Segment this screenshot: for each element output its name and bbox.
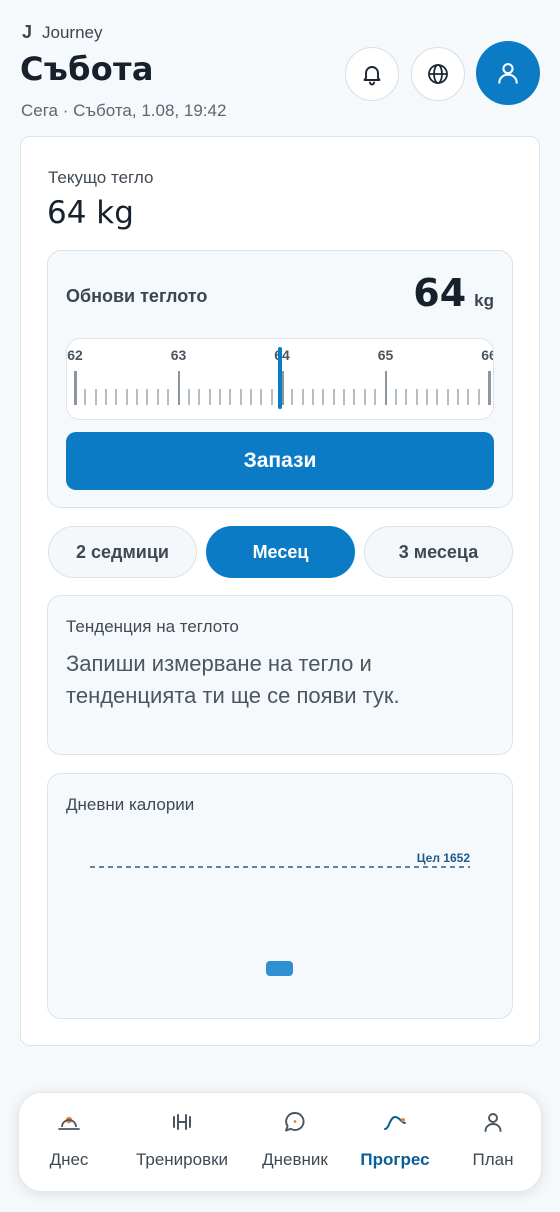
dumbbell-icon bbox=[173, 1114, 191, 1130]
period-three-months[interactable]: 3 месеца bbox=[364, 526, 513, 578]
today-icon bbox=[58, 1116, 80, 1130]
language-button[interactable] bbox=[411, 47, 465, 101]
page-subtitle: Сега · Събота, 1.08, 19:42 bbox=[21, 101, 227, 120]
ruler-minor-tick bbox=[260, 389, 263, 405]
ruler-major-tick bbox=[74, 371, 77, 405]
ruler-minor-tick bbox=[322, 389, 325, 405]
daily-calories-chart: Цел 1652 bbox=[90, 851, 471, 976]
ruler-label: 66 bbox=[481, 347, 493, 363]
update-weight-title: Обнови теглото bbox=[66, 286, 208, 306]
weight-number: 64 bbox=[413, 271, 467, 315]
ruler-minor-tick bbox=[167, 389, 170, 405]
app-name: Journey bbox=[42, 22, 103, 42]
current-weight-label: Текущо тегло bbox=[48, 168, 154, 187]
nav-item-plan[interactable]: План bbox=[455, 1093, 531, 1193]
ruler-major-tick bbox=[177, 371, 180, 405]
ruler-minor-tick bbox=[425, 389, 428, 405]
ruler-minor-tick bbox=[94, 389, 97, 405]
ruler-minor-tick bbox=[415, 389, 418, 405]
ruler-minor-tick bbox=[249, 389, 252, 405]
bell-icon bbox=[363, 66, 381, 86]
period-two-weeks[interactable]: 2 седмици bbox=[48, 526, 197, 578]
nav-label-today: Днес bbox=[49, 1150, 89, 1169]
ruler-minor-tick bbox=[405, 389, 408, 405]
ruler-minor-tick bbox=[218, 389, 221, 405]
ruler-minor-tick bbox=[187, 389, 190, 405]
ruler-minor-tick bbox=[456, 389, 459, 405]
ruler-minor-tick bbox=[291, 389, 294, 405]
progress-icon bbox=[384, 1115, 406, 1130]
nav-item-journal[interactable]: Дневник bbox=[255, 1093, 335, 1193]
nav-item-today[interactable]: Днес bbox=[31, 1093, 107, 1193]
weight-trend-title: Тенденция на теглото bbox=[66, 617, 239, 636]
ruler-minor-tick bbox=[301, 389, 304, 405]
ruler-minor-tick bbox=[136, 389, 139, 405]
calorie-bar-today[interactable] bbox=[266, 961, 293, 976]
ruler-minor-tick bbox=[467, 389, 470, 405]
nav-item-workouts[interactable]: Тренировки bbox=[126, 1093, 238, 1193]
ruler-minor-tick bbox=[343, 389, 346, 405]
nav-label-workouts: Тренировки bbox=[135, 1150, 229, 1169]
ruler-minor-tick bbox=[363, 389, 366, 405]
app-logo: J bbox=[22, 22, 33, 42]
period-month[interactable]: Месец bbox=[206, 526, 355, 578]
page-title: Събота bbox=[20, 50, 154, 88]
ruler-minor-tick bbox=[374, 389, 377, 405]
ruler-minor-tick bbox=[477, 389, 480, 405]
ruler-minor-tick bbox=[332, 389, 335, 405]
ruler-minor-tick bbox=[208, 389, 211, 405]
ruler-major-tick bbox=[384, 371, 387, 405]
weight-unit: kg bbox=[474, 291, 494, 310]
ruler-minor-tick bbox=[229, 389, 232, 405]
ruler-minor-tick bbox=[436, 389, 439, 405]
ruler-label: 64 bbox=[274, 347, 290, 363]
ruler-label: 62 bbox=[67, 347, 83, 363]
ruler-minor-tick bbox=[446, 389, 449, 405]
ruler-indicator[interactable] bbox=[278, 347, 282, 409]
notifications-button[interactable] bbox=[345, 47, 399, 101]
ruler-minor-tick bbox=[84, 389, 87, 405]
ruler-minor-tick bbox=[105, 389, 108, 405]
ruler-minor-tick bbox=[115, 389, 118, 405]
nav-item-progress[interactable]: Прогрес bbox=[353, 1093, 437, 1193]
ruler-minor-tick bbox=[156, 389, 159, 405]
daily-calories-title: Дневни калории bbox=[66, 795, 195, 814]
ruler-minor-tick bbox=[394, 389, 397, 405]
current-weight-value: 64 kg bbox=[47, 195, 134, 231]
save-button[interactable]: Запази bbox=[66, 432, 494, 490]
profile-avatar-button[interactable] bbox=[476, 41, 540, 105]
ruler-minor-tick bbox=[312, 389, 315, 405]
ruler-minor-tick bbox=[270, 389, 273, 405]
weight-ruler-slider[interactable]: 62 63 64 65 66 bbox=[66, 338, 494, 420]
calorie-goal-label: Цел 1652 bbox=[417, 851, 471, 865]
nav-label-progress: Прогрес bbox=[360, 1150, 430, 1169]
nav-label-journal: Дневник bbox=[262, 1150, 328, 1169]
bottom-navigation: Днес Тренировки Дневник Прогрес План bbox=[18, 1092, 542, 1192]
user-icon bbox=[484, 1113, 502, 1132]
update-weight-value: 64 kg bbox=[413, 271, 494, 315]
app-brand: J Journey bbox=[22, 22, 103, 43]
chat-icon bbox=[285, 1112, 305, 1132]
ruler-major-tick bbox=[488, 371, 491, 405]
weight-trend-empty-message: Запиши измерване на тегло и тенденцията … bbox=[66, 651, 400, 708]
ruler-minor-tick bbox=[125, 389, 128, 405]
ruler-label: 65 bbox=[377, 347, 394, 363]
nav-label-plan: План bbox=[472, 1150, 514, 1169]
ruler-minor-tick bbox=[198, 389, 201, 405]
globe-icon bbox=[428, 64, 448, 84]
ruler-minor-tick bbox=[239, 389, 242, 405]
user-icon bbox=[498, 63, 518, 84]
ruler-label: 63 bbox=[170, 347, 187, 363]
ruler-minor-tick bbox=[146, 389, 149, 405]
ruler-minor-tick bbox=[353, 389, 356, 405]
